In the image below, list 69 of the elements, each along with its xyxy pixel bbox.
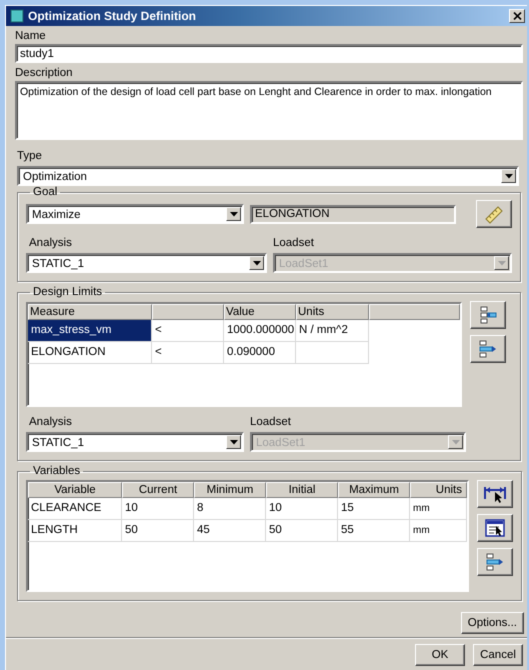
measure-button[interactable] (476, 200, 512, 228)
caret-icon (452, 440, 460, 444)
field-label: Type (17, 149, 43, 164)
ok-button[interactable]: OK (415, 644, 465, 666)
window-icon (10, 9, 24, 23)
options-button[interactable]: Options... (460, 612, 524, 634)
table-cell: CLEARANCE (28, 498, 122, 520)
close-button[interactable] (509, 9, 525, 23)
group-title: Variables (32, 465, 82, 477)
type-dropdown[interactable]: Optimization (17, 166, 519, 186)
name-field[interactable]: study1 (15, 44, 523, 63)
table-cell: 1000.000000 (224, 320, 296, 342)
caret-icon (230, 440, 238, 444)
table-cell: 50 (122, 520, 194, 542)
table-cell: < (152, 320, 224, 342)
caret-icon (504, 174, 512, 178)
analysis-dropdown[interactable]: STATIC_1 (26, 432, 244, 452)
group-title: Design Limits (32, 286, 104, 298)
table-cell: mm (410, 498, 467, 520)
column-header[interactable]: Variable (28, 482, 122, 498)
analysis-dropdown[interactable]: STATIC_1 (26, 253, 267, 273)
caret-icon (252, 260, 260, 266)
insert-limit-button[interactable] (470, 301, 506, 329)
select-row-button[interactable] (477, 514, 513, 542)
description-field[interactable]: Optimization of the design of load cell part base on Lenght and Clearence in order to max. inlongation (15, 81, 523, 140)
table-cell[interactable]: max_stress_vm (28, 320, 152, 342)
table-cell[interactable]: ELONGATION (28, 342, 152, 364)
table-cell: < (152, 342, 224, 364)
field-label: Analysis (29, 236, 73, 251)
column-header[interactable]: Measure (28, 304, 152, 320)
add-limit-button[interactable] (470, 335, 506, 363)
table-cell: 50 (266, 520, 338, 542)
column-header[interactable]: Maximum (338, 482, 410, 498)
column-header[interactable] (152, 304, 224, 320)
objective-dropdown[interactable]: Maximize (26, 204, 244, 224)
table-cell: 10 (266, 498, 338, 520)
table-cell: 8 (194, 498, 266, 520)
column-header[interactable]: Minimum (194, 482, 266, 498)
field-label: Description (15, 66, 74, 81)
window-title: Optimization Study Definition (28, 9, 197, 23)
field-label: Loadset (250, 415, 292, 430)
field-label: Name (15, 29, 47, 44)
column-header[interactable]: Current (122, 482, 194, 498)
table-cell: LENGTH (28, 520, 122, 542)
table-cell: 0.090000 (224, 342, 296, 364)
caret-icon (230, 212, 238, 216)
add-variable-button[interactable] (477, 548, 513, 576)
table-cursor-icon (484, 518, 506, 538)
column-header[interactable]: Initial (266, 482, 338, 498)
caret-icon (498, 260, 506, 266)
column-header[interactable] (369, 304, 460, 320)
column-header[interactable]: Value (224, 304, 296, 320)
group-title: Goal (32, 186, 58, 198)
column-header[interactable]: Units (410, 482, 467, 498)
measure-field[interactable]: ELONGATION (250, 204, 456, 224)
fit-width-icon (483, 484, 507, 504)
table-cell: 15 (338, 498, 410, 520)
field-label: Analysis (29, 415, 73, 430)
column-header[interactable]: Units (296, 304, 369, 320)
table-cell: mm (410, 520, 467, 542)
fit-width-button[interactable] (477, 480, 513, 508)
close-icon (512, 12, 522, 20)
table-cell: N / mm^2 (296, 320, 369, 342)
ruler-icon (483, 204, 505, 224)
table-cell: 10 (122, 498, 194, 520)
table-cell: 55 (338, 520, 410, 542)
cancel-button[interactable]: Cancel (473, 644, 523, 666)
table-cell: 45 (194, 520, 266, 542)
field-label: Loadset (273, 236, 315, 251)
